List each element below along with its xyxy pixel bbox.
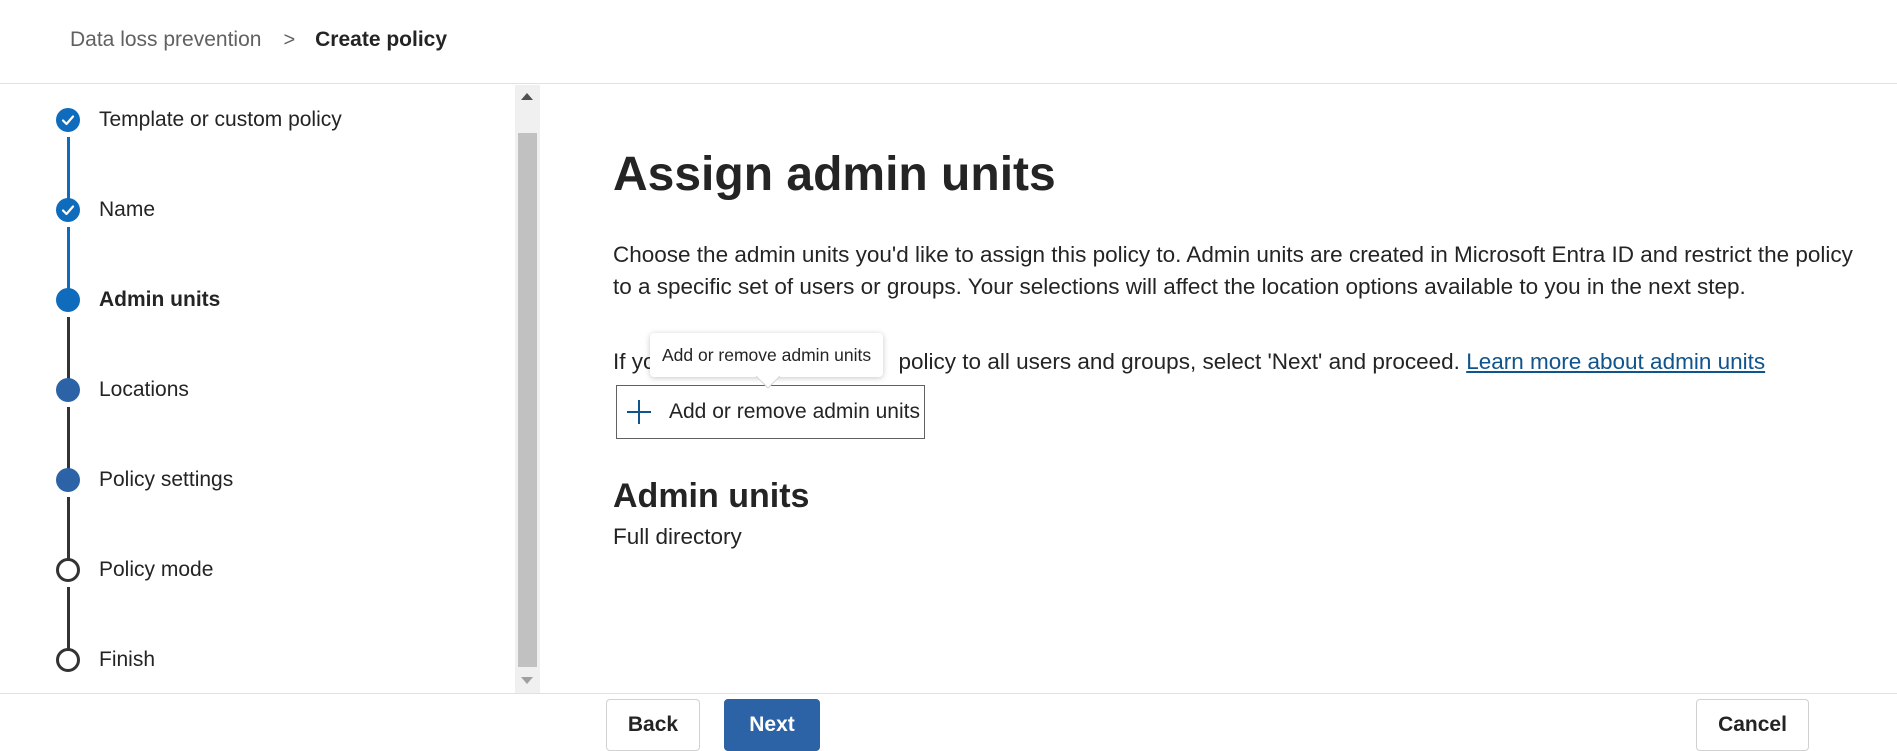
chevron-right-icon: > [283, 28, 296, 51]
breadcrumb-create-policy: Create policy [315, 28, 448, 51]
step-dot-icon [56, 378, 80, 402]
empty-circle-icon [56, 558, 80, 582]
page-title: Assign admin units [613, 148, 1056, 201]
back-button[interactable]: Back [606, 699, 700, 751]
step-label: Policy mode [99, 558, 214, 581]
step-admin-units[interactable]: Admin units [56, 285, 220, 315]
step-dot-icon [56, 468, 80, 492]
step-label: Locations [99, 378, 189, 401]
step-label: Admin units [99, 288, 221, 311]
instruction-suffix: policy to all users and groups, select '… [898, 349, 1467, 374]
step-label: Finish [99, 648, 156, 671]
scroll-down-arrow-icon[interactable] [521, 677, 533, 684]
step-label: Policy settings [99, 468, 234, 491]
description: Choose the admin units you'd like to ass… [613, 242, 1853, 299]
step-connector [67, 227, 70, 293]
tooltip-arrow-icon [756, 376, 780, 389]
step-policy-mode[interactable]: Policy mode [56, 555, 213, 585]
step-finish[interactable]: Finish [56, 645, 155, 675]
step-template-or-custom-policy[interactable]: Template or custom policy [56, 105, 342, 135]
step-locations[interactable]: Locations [56, 375, 189, 405]
step-connector [67, 137, 70, 203]
next-button[interactable]: Next [724, 699, 820, 751]
breadcrumb-data-loss-prevention[interactable]: Data loss prevention [70, 28, 261, 52]
scrollbar-thumb[interactable] [518, 133, 537, 667]
top-bar: Data loss prevention > Create policy [0, 0, 1897, 84]
admin-units-heading: Admin units [613, 477, 810, 515]
main-content: Assign admin units Choose the admin unit… [540, 85, 1897, 693]
step-connector [67, 317, 70, 383]
tooltip: Add or remove admin units [650, 333, 884, 377]
step-name[interactable]: Name [56, 195, 155, 225]
vertical-scrollbar[interactable] [515, 85, 540, 693]
wizard-steps-pane: Template or custom policy Name Admin uni… [0, 85, 515, 693]
checkmark-icon [56, 198, 80, 222]
add-button-label: Add or remove admin units [669, 400, 920, 423]
breadcrumb: Data loss prevention > Create policy [70, 28, 447, 52]
scroll-up-arrow-icon[interactable] [521, 93, 533, 100]
add-or-remove-admin-units-button[interactable]: Add or remove admin units [616, 385, 925, 439]
cancel-button[interactable]: Cancel [1696, 699, 1809, 751]
admin-units-value: Full directory [613, 524, 742, 549]
footer: Back Next Cancel [0, 693, 1897, 751]
step-policy-settings[interactable]: Policy settings [56, 465, 233, 495]
learn-more-link[interactable]: Learn more about admin units [1466, 349, 1765, 374]
step-label: Template or custom policy [99, 108, 342, 131]
step-connector [67, 587, 70, 653]
step-connector [67, 407, 70, 473]
empty-circle-icon [56, 648, 80, 672]
current-step-dot-icon [56, 288, 80, 312]
checkmark-icon [56, 108, 80, 132]
plus-icon [625, 398, 653, 426]
step-connector [67, 497, 70, 563]
step-label: Name [99, 198, 156, 221]
